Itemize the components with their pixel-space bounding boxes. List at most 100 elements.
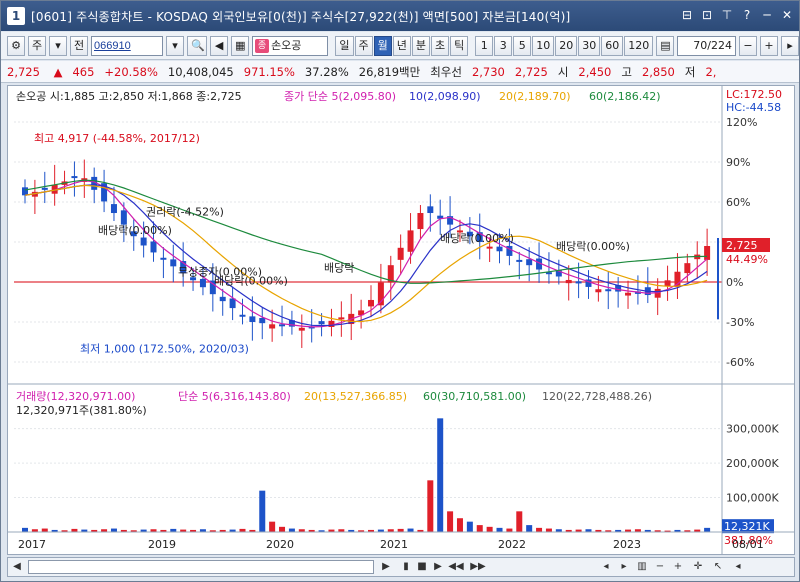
candle-body	[664, 280, 671, 287]
candle-body	[160, 257, 167, 260]
open-price: 2,450	[578, 64, 612, 79]
interval-button-30[interactable]: 30	[578, 35, 601, 56]
stock-list-icon[interactable]: ▦	[231, 35, 250, 56]
annotation-0: 최고 4,917 (-44.58%, 2017/12)	[34, 132, 200, 145]
code-dropdown-icon[interactable]: ▾	[166, 35, 184, 56]
candle-body	[565, 279, 572, 284]
period-button-2[interactable]: 월	[373, 35, 392, 56]
interval-button-1[interactable]: 1	[475, 35, 494, 56]
zoom-minus-icon[interactable]: −	[652, 559, 668, 575]
settings-icon[interactable]: ⚙	[7, 35, 25, 56]
stock-code-input[interactable]	[91, 35, 163, 56]
scroll-thumb[interactable]	[28, 560, 374, 574]
count-input[interactable]: 70/224	[677, 35, 736, 56]
candle-body	[417, 213, 424, 230]
interval-button-60[interactable]: 60	[601, 35, 624, 56]
pin-icon[interactable]: ⊤	[719, 7, 735, 23]
x-tick-label: 2021	[380, 538, 408, 551]
minimize-icon[interactable]: ─	[759, 7, 775, 23]
collapse-icon[interactable]: ◂	[730, 559, 746, 575]
mode-dropdown-icon[interactable]: ▾	[49, 35, 67, 56]
crosshair-icon[interactable]: ✛	[690, 559, 706, 575]
speaker-icon[interactable]: ◀	[210, 35, 229, 56]
period-buttons: 일주월년분초틱	[335, 35, 469, 56]
y-tick-label: -60%	[726, 356, 754, 369]
stop-icon[interactable]: ■	[414, 559, 430, 575]
next-page-icon[interactable]: ▸	[616, 559, 632, 575]
interval-button-20[interactable]: 20	[555, 35, 578, 56]
mode-select[interactable]: 주	[28, 35, 46, 56]
bar-chart-icon[interactable]: ▮	[398, 559, 414, 575]
best-ask-label: 최우선	[430, 64, 462, 79]
volume-bar	[456, 518, 463, 532]
candle-body	[704, 246, 711, 260]
ma-legend-1: 10(2,098.90)	[409, 90, 481, 103]
close-icon[interactable]: ✕	[779, 7, 795, 23]
low-price: 2,	[705, 64, 717, 79]
pointer-icon[interactable]: ↖	[710, 559, 726, 575]
chart-svg[interactable]: 120%90%60%30%0%-30%-60%손오공 시:1,885 고:2,8…	[8, 86, 794, 554]
period-button-0[interactable]: 일	[335, 35, 354, 56]
scroll-left-icon[interactable]: ◀	[9, 559, 25, 575]
chart-type-icon[interactable]: ▥	[634, 559, 650, 575]
candle-body	[605, 289, 612, 292]
volume-bar	[496, 527, 503, 532]
play-icon[interactable]: ▶	[430, 559, 446, 575]
y-tick-label: 60%	[726, 196, 750, 209]
tile-icon[interactable]: ⊟	[679, 7, 695, 23]
x-tick-label: 2020	[266, 538, 294, 551]
volume-current-label: 12,321K	[724, 520, 770, 533]
prev-button[interactable]: 전	[70, 35, 88, 56]
zoom-out-icon[interactable]: −	[738, 35, 757, 56]
period-button-1[interactable]: 주	[354, 35, 373, 56]
layout-icon[interactable]: ⊡	[699, 7, 715, 23]
prev-page-icon[interactable]: ◂	[598, 559, 614, 575]
fast-right-icon[interactable]: ▶▶	[470, 559, 486, 575]
candle-body	[150, 241, 157, 253]
period-button-5[interactable]: 초	[431, 35, 450, 56]
candle-body	[140, 237, 147, 246]
candle-body	[684, 263, 691, 274]
volume-bar	[279, 526, 286, 532]
scroll-right-icon[interactable]: ▶	[378, 559, 394, 575]
title-bar[interactable]: 1 [0601] 주식종합차트 - KOSDAQ 외국인보유[0(천)] 주식수…	[1, 1, 799, 31]
volume-bar	[288, 528, 295, 532]
x-tick-label: 2023	[613, 538, 641, 551]
period-button-6[interactable]: 틱	[450, 35, 469, 56]
zoom-in-icon[interactable]: +	[759, 35, 778, 56]
period-button-3[interactable]: 년	[392, 35, 411, 56]
chart-scrollbar[interactable]: ◀ ▶ ▮ ■ ▶ ◀◀ ▶▶ ◂ ▸ ▥ − + ✛ ↖ ◂	[7, 557, 795, 577]
candle-body	[575, 281, 582, 284]
high-price: 2,850	[641, 64, 675, 79]
price-change-pct: +20.58%	[104, 64, 158, 79]
interval-button-3[interactable]: 3	[494, 35, 513, 56]
candle-body	[259, 318, 266, 324]
annotation-5: 배당락(0.00%)	[440, 232, 514, 245]
interval-button-5[interactable]: 5	[513, 35, 532, 56]
chart-area[interactable]: 120%90%60%30%0%-30%-60%손오공 시:1,885 고:2,8…	[7, 85, 795, 555]
stock-name-field[interactable]: 종 손오공	[252, 35, 329, 56]
search-icon[interactable]: 🔍	[187, 35, 208, 56]
x-tick-label: 2017	[18, 538, 46, 551]
calendar-icon[interactable]: ▤	[656, 35, 675, 56]
zoom-plus-icon[interactable]: +	[670, 559, 686, 575]
interval-button-120[interactable]: 120	[624, 35, 654, 56]
more-icon[interactable]: ▸	[780, 35, 799, 56]
fast-left-icon[interactable]: ◀◀	[448, 559, 464, 575]
volume-title: 거래량(12,320,971.00)	[16, 390, 135, 403]
low-label: 저	[684, 64, 696, 79]
volume-ratio: 971.15%	[243, 64, 295, 79]
annotation-7: 최저 1,000 (172.50%, 2020/03)	[80, 343, 249, 356]
candle-body	[516, 259, 523, 262]
price-change: 465	[72, 64, 95, 79]
period-button-4[interactable]: 분	[411, 35, 431, 56]
candle-body	[170, 259, 177, 267]
interval-button-10[interactable]: 10	[532, 35, 555, 56]
window-controls: ⊟ ⊡ ⊤ ? ─ ✕	[679, 7, 795, 23]
count-value: 70	[693, 38, 708, 52]
count-total: /224	[707, 38, 732, 52]
candle-body	[239, 314, 246, 317]
annotation-2: 배당락(0.00%)	[98, 224, 172, 237]
candle-body	[496, 246, 503, 252]
help-icon[interactable]: ?	[739, 7, 755, 23]
